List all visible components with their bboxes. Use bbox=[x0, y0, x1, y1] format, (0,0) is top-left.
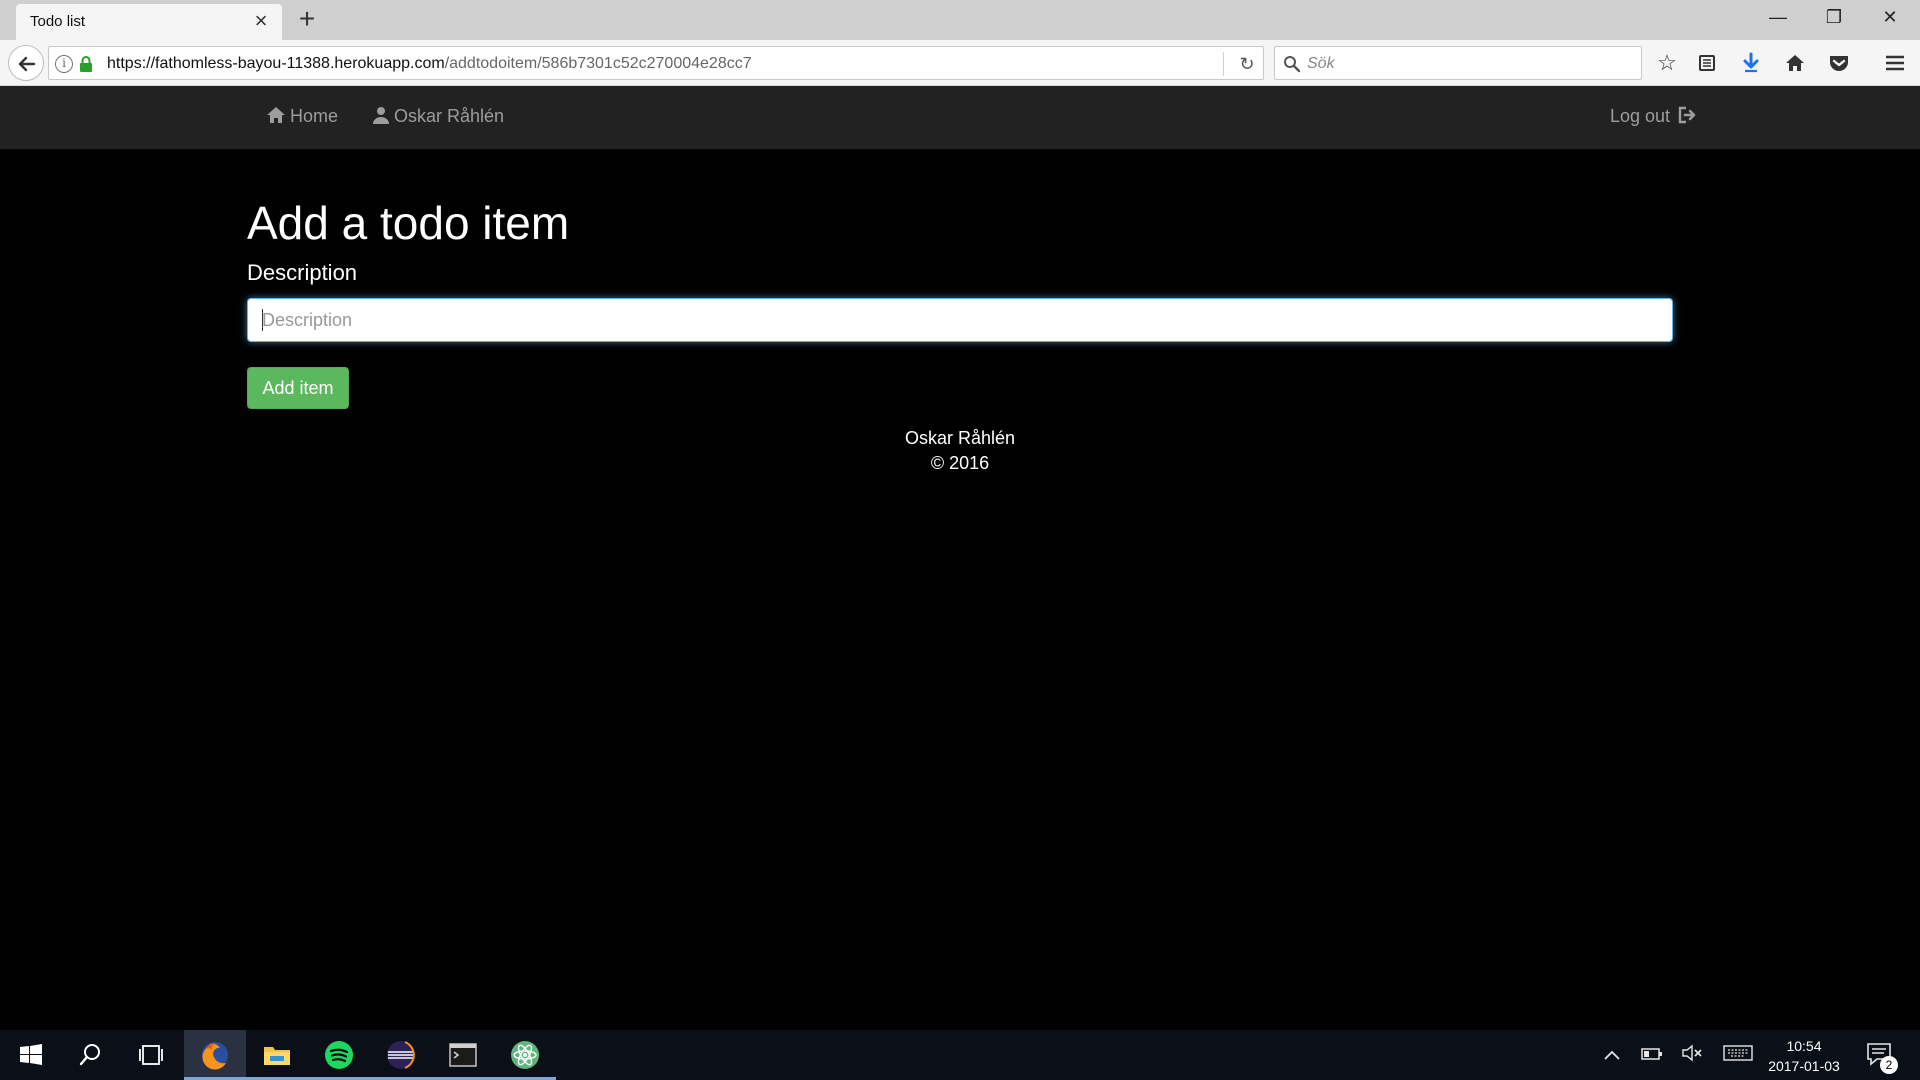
search-bar[interactable]: Sök bbox=[1274, 46, 1642, 80]
taskbar-app-file-explorer[interactable] bbox=[246, 1030, 308, 1080]
nav-user-link[interactable]: Oskar Råhlén bbox=[372, 106, 504, 127]
battery-icon[interactable] bbox=[1640, 1044, 1664, 1066]
taskbar-app-eclipse[interactable] bbox=[370, 1030, 432, 1080]
notification-count-badge: 2 bbox=[1880, 1056, 1898, 1074]
url-path: /addtodoitem/586b7301c52c270004e28cc7 bbox=[444, 55, 752, 72]
app-navbar: Home Oskar Råhlén Log out bbox=[0, 86, 1920, 150]
taskbar-clock[interactable]: 10:54 2017-01-03 bbox=[1756, 1036, 1852, 1076]
clock-date: 2017-01-03 bbox=[1768, 1058, 1840, 1074]
browser-tab[interactable]: Todo list × bbox=[16, 4, 282, 40]
atom-icon bbox=[511, 1041, 539, 1069]
home-icon bbox=[267, 107, 285, 123]
page-footer: Oskar Råhlén © 2016 bbox=[247, 426, 1673, 476]
volume-muted-icon[interactable] bbox=[1680, 1044, 1704, 1066]
search-icon bbox=[1284, 56, 1301, 73]
nav-home-label: Home bbox=[290, 106, 339, 126]
nav-user-label: Oskar Råhlén bbox=[394, 106, 505, 126]
back-icon bbox=[18, 56, 36, 72]
windows-taskbar: 10:54 2017-01-03 2 bbox=[0, 1030, 1920, 1080]
info-icon[interactable]: i bbox=[55, 55, 73, 73]
page-title: Add a todo item bbox=[247, 197, 570, 249]
taskbar-app-terminal[interactable] bbox=[432, 1030, 494, 1080]
reading-list-icon[interactable] bbox=[1692, 48, 1722, 78]
download-icon[interactable] bbox=[1736, 48, 1766, 78]
tab-close-icon[interactable]: × bbox=[250, 10, 272, 32]
task-view-button[interactable] bbox=[120, 1030, 182, 1080]
windows-logo-icon bbox=[20, 1044, 42, 1065]
eclipse-icon bbox=[387, 1041, 415, 1069]
clock-time: 10:54 bbox=[1786, 1038, 1822, 1054]
url-bar[interactable]: i https://fathomless-bayou-11388.herokua… bbox=[48, 46, 1264, 80]
search-placeholder: Sök bbox=[1307, 55, 1335, 72]
menu-icon[interactable] bbox=[1880, 48, 1910, 78]
nav-logout-link[interactable]: Log out bbox=[1610, 106, 1701, 127]
nav-logout-label: Log out bbox=[1610, 106, 1671, 126]
keyboard-icon[interactable] bbox=[1722, 1044, 1754, 1066]
close-window-icon[interactable]: ✕ bbox=[1862, 0, 1918, 34]
start-button[interactable] bbox=[0, 1030, 62, 1080]
search-icon bbox=[79, 1044, 100, 1066]
description-input[interactable] bbox=[247, 298, 1673, 342]
nav-home-link[interactable]: Home bbox=[266, 106, 338, 127]
lock-icon[interactable] bbox=[79, 56, 93, 72]
search-button[interactable] bbox=[60, 1030, 122, 1080]
user-icon bbox=[373, 107, 389, 124]
web-page: Home Oskar Råhlén Log out Add a todo ite… bbox=[0, 86, 1920, 1030]
url-divider bbox=[1223, 52, 1224, 76]
taskbar-app-atom[interactable] bbox=[494, 1030, 556, 1080]
reload-icon[interactable]: ↻ bbox=[1235, 52, 1259, 76]
url-text[interactable]: https://fathomless-bayou-11388.herokuapp… bbox=[107, 55, 752, 73]
terminal-icon bbox=[449, 1043, 477, 1067]
logout-icon bbox=[1678, 106, 1696, 124]
footer-author: Oskar Råhlén bbox=[904, 428, 1016, 448]
taskbar-app-spotify[interactable] bbox=[308, 1030, 370, 1080]
footer-copyright: © 2016 bbox=[930, 453, 990, 473]
back-button[interactable] bbox=[8, 45, 44, 81]
restore-icon[interactable]: ❐ bbox=[1806, 0, 1862, 34]
pocket-icon[interactable] bbox=[1824, 48, 1854, 78]
home-icon[interactable] bbox=[1780, 48, 1810, 78]
file-explorer-icon bbox=[264, 1047, 290, 1065]
browser-navbar: i https://fathomless-bayou-11388.herokua… bbox=[0, 40, 1920, 86]
tab-title: Todo list bbox=[30, 13, 86, 30]
new-tab-icon[interactable]: + bbox=[292, 4, 322, 34]
spotify-icon bbox=[325, 1041, 353, 1069]
url-host: https://fathomless-bayou-11388.herokuapp… bbox=[107, 55, 445, 72]
add-item-button[interactable]: Add item bbox=[247, 367, 349, 409]
text-caret bbox=[262, 309, 263, 331]
tray-chevron-up-icon[interactable] bbox=[1600, 1044, 1624, 1066]
description-label: Description bbox=[247, 260, 358, 285]
firefox-icon bbox=[202, 1042, 228, 1070]
task-view-icon bbox=[139, 1045, 163, 1065]
browser-tab-strip: Todo list × + — ❐ ✕ bbox=[0, 0, 1920, 40]
star-icon[interactable]: ☆ bbox=[1652, 48, 1682, 78]
taskbar-app-firefox[interactable] bbox=[184, 1030, 246, 1080]
minimize-icon[interactable]: — bbox=[1750, 0, 1806, 34]
